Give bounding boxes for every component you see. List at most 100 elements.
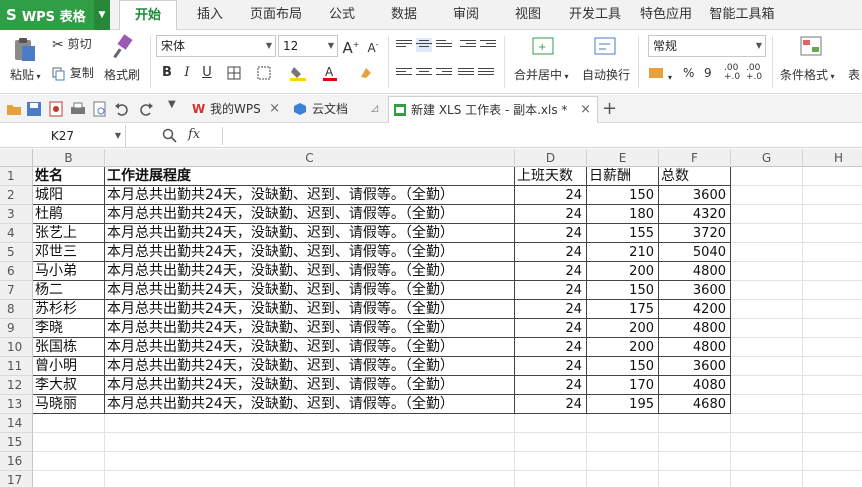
empty-cell[interactable] bbox=[731, 300, 803, 319]
justify-icon[interactable] bbox=[458, 66, 474, 80]
row-header[interactable]: 15 bbox=[0, 433, 33, 452]
percent-button[interactable]: % bbox=[683, 66, 694, 80]
empty-cell[interactable] bbox=[515, 414, 587, 433]
align-right-icon[interactable] bbox=[436, 66, 452, 80]
empty-cell[interactable] bbox=[515, 471, 587, 487]
open-folder-icon[interactable] bbox=[6, 101, 22, 117]
row-header[interactable]: 12 bbox=[0, 376, 33, 395]
doc-tab-active-sheet[interactable]: 新建 XLS 工作表 - 副本.xls * × bbox=[388, 96, 598, 123]
conditional-format-icon[interactable] bbox=[800, 35, 822, 60]
empty-cell[interactable] bbox=[803, 300, 862, 319]
cell-days[interactable]: 24 bbox=[515, 281, 587, 300]
row-header[interactable]: 9 bbox=[0, 319, 33, 338]
cell-daily-pay[interactable]: 150 bbox=[587, 357, 659, 376]
row-header[interactable]: 10 bbox=[0, 338, 33, 357]
empty-cell[interactable] bbox=[731, 376, 803, 395]
shrink-font-button[interactable]: A- bbox=[364, 35, 382, 55]
empty-cell[interactable] bbox=[105, 471, 515, 487]
empty-cell[interactable] bbox=[803, 186, 862, 205]
cell-daily-pay[interactable]: 150 bbox=[587, 186, 659, 205]
distributed-icon[interactable] bbox=[478, 66, 494, 80]
tab-data[interactable]: 数据 bbox=[382, 0, 426, 30]
paste-label-button[interactable]: 粘贴 ▾ bbox=[10, 66, 41, 83]
tab-home[interactable]: 开始 bbox=[119, 0, 177, 31]
column-header-h[interactable]: H bbox=[803, 149, 862, 167]
cell-daily-pay[interactable]: 170 bbox=[587, 376, 659, 395]
comma-button[interactable]: 9 bbox=[704, 66, 712, 80]
empty-cell[interactable] bbox=[803, 452, 862, 471]
row-header[interactable]: 13 bbox=[0, 395, 33, 414]
empty-cell[interactable] bbox=[803, 224, 862, 243]
row-header[interactable]: 5 bbox=[0, 243, 33, 262]
cell-total[interactable]: 4200 bbox=[659, 300, 731, 319]
empty-cell[interactable] bbox=[803, 319, 862, 338]
align-bottom-icon[interactable] bbox=[436, 38, 452, 52]
number-format-select[interactable]: 常规 ▼ bbox=[648, 35, 766, 57]
cell-progress[interactable]: 本月总共出勤共24天，没缺勤、迟到、请假等。（全勤） bbox=[105, 186, 515, 205]
empty-cell[interactable] bbox=[803, 205, 862, 224]
tab-insert[interactable]: 插入 bbox=[188, 0, 232, 30]
customize-quick-access-icon[interactable]: ▼ bbox=[168, 99, 184, 115]
cell-daily-pay[interactable]: 175 bbox=[587, 300, 659, 319]
table-style-button[interactable]: 表 bbox=[848, 66, 860, 83]
cell-days[interactable]: 24 bbox=[515, 243, 587, 262]
empty-cell[interactable] bbox=[587, 433, 659, 452]
cell-total[interactable]: 4800 bbox=[659, 319, 731, 338]
print-icon[interactable] bbox=[70, 101, 86, 117]
empty-cell[interactable] bbox=[105, 433, 515, 452]
tab-formula[interactable]: 公式 bbox=[320, 0, 364, 30]
app-menu-button[interactable]: S WPS 表格 ▼ bbox=[0, 0, 110, 30]
empty-cell[interactable] bbox=[803, 357, 862, 376]
empty-cell[interactable] bbox=[731, 224, 803, 243]
header-cell-days[interactable]: 上班天数 bbox=[515, 167, 587, 186]
column-header-c[interactable]: C bbox=[105, 149, 515, 167]
cell-progress[interactable]: 本月总共出勤共24天，没缺勤、迟到、请假等。（全勤） bbox=[105, 300, 515, 319]
empty-cell[interactable] bbox=[803, 262, 862, 281]
empty-cell[interactable] bbox=[587, 452, 659, 471]
underline-button[interactable]: U bbox=[198, 63, 216, 83]
increase-decimal-button[interactable]: .00 +.0 bbox=[724, 64, 742, 82]
cell-days[interactable]: 24 bbox=[515, 376, 587, 395]
export-pdf-icon[interactable] bbox=[48, 101, 64, 117]
save-icon[interactable] bbox=[26, 101, 42, 117]
decrease-decimal-button[interactable]: .00 +.0 bbox=[746, 64, 764, 82]
cell-name[interactable]: 马小弟 bbox=[33, 262, 105, 281]
bold-button[interactable]: B bbox=[158, 63, 176, 83]
cell-days[interactable]: 24 bbox=[515, 224, 587, 243]
empty-cell[interactable] bbox=[731, 471, 803, 487]
cell-name[interactable]: 张艺上 bbox=[33, 224, 105, 243]
wrap-text-icon[interactable] bbox=[594, 35, 616, 60]
empty-cell[interactable] bbox=[803, 433, 862, 452]
empty-cell[interactable] bbox=[515, 452, 587, 471]
cell-daily-pay[interactable]: 155 bbox=[587, 224, 659, 243]
empty-cell[interactable] bbox=[659, 471, 731, 487]
empty-cell[interactable] bbox=[33, 452, 105, 471]
cell-total[interactable]: 4680 bbox=[659, 395, 731, 414]
column-header-b[interactable]: B bbox=[33, 149, 105, 167]
cell-progress[interactable]: 本月总共出勤共24天，没缺勤、迟到、请假等。（全勤） bbox=[105, 319, 515, 338]
cell-name[interactable]: 曾小明 bbox=[33, 357, 105, 376]
cell-daily-pay[interactable]: 210 bbox=[587, 243, 659, 262]
cell-total[interactable]: 3600 bbox=[659, 281, 731, 300]
empty-cell[interactable] bbox=[731, 243, 803, 262]
cell-daily-pay[interactable]: 200 bbox=[587, 338, 659, 357]
cell-name[interactable]: 杨二 bbox=[33, 281, 105, 300]
empty-cell[interactable] bbox=[803, 338, 862, 357]
undo-icon[interactable] bbox=[114, 101, 130, 117]
empty-cell[interactable] bbox=[731, 395, 803, 414]
cell-days[interactable]: 24 bbox=[515, 205, 587, 224]
cell-progress[interactable]: 本月总共出勤共24天，没缺勤、迟到、请假等。（全勤） bbox=[105, 338, 515, 357]
decrease-indent-icon[interactable] bbox=[460, 38, 476, 52]
doc-tab-cloud-docs[interactable]: 云文档 ◿ bbox=[290, 96, 384, 123]
cell-name[interactable]: 苏杉杉 bbox=[33, 300, 105, 319]
cell-progress[interactable]: 本月总共出勤共24天，没缺勤、迟到、请假等。（全勤） bbox=[105, 281, 515, 300]
tab-special[interactable]: 特色应用 bbox=[634, 0, 698, 30]
cell-progress[interactable]: 本月总共出勤共24天，没缺勤、迟到、请假等。（全勤） bbox=[105, 376, 515, 395]
format-painter-icon[interactable] bbox=[110, 34, 134, 60]
row-header[interactable]: 1 bbox=[0, 167, 33, 186]
cell-daily-pay[interactable]: 200 bbox=[587, 262, 659, 281]
row-header[interactable]: 2 bbox=[0, 186, 33, 205]
cut-button[interactable]: ✂ 剪切 bbox=[52, 35, 92, 53]
column-header-d[interactable]: D bbox=[515, 149, 587, 167]
print-preview-icon[interactable] bbox=[92, 101, 108, 117]
